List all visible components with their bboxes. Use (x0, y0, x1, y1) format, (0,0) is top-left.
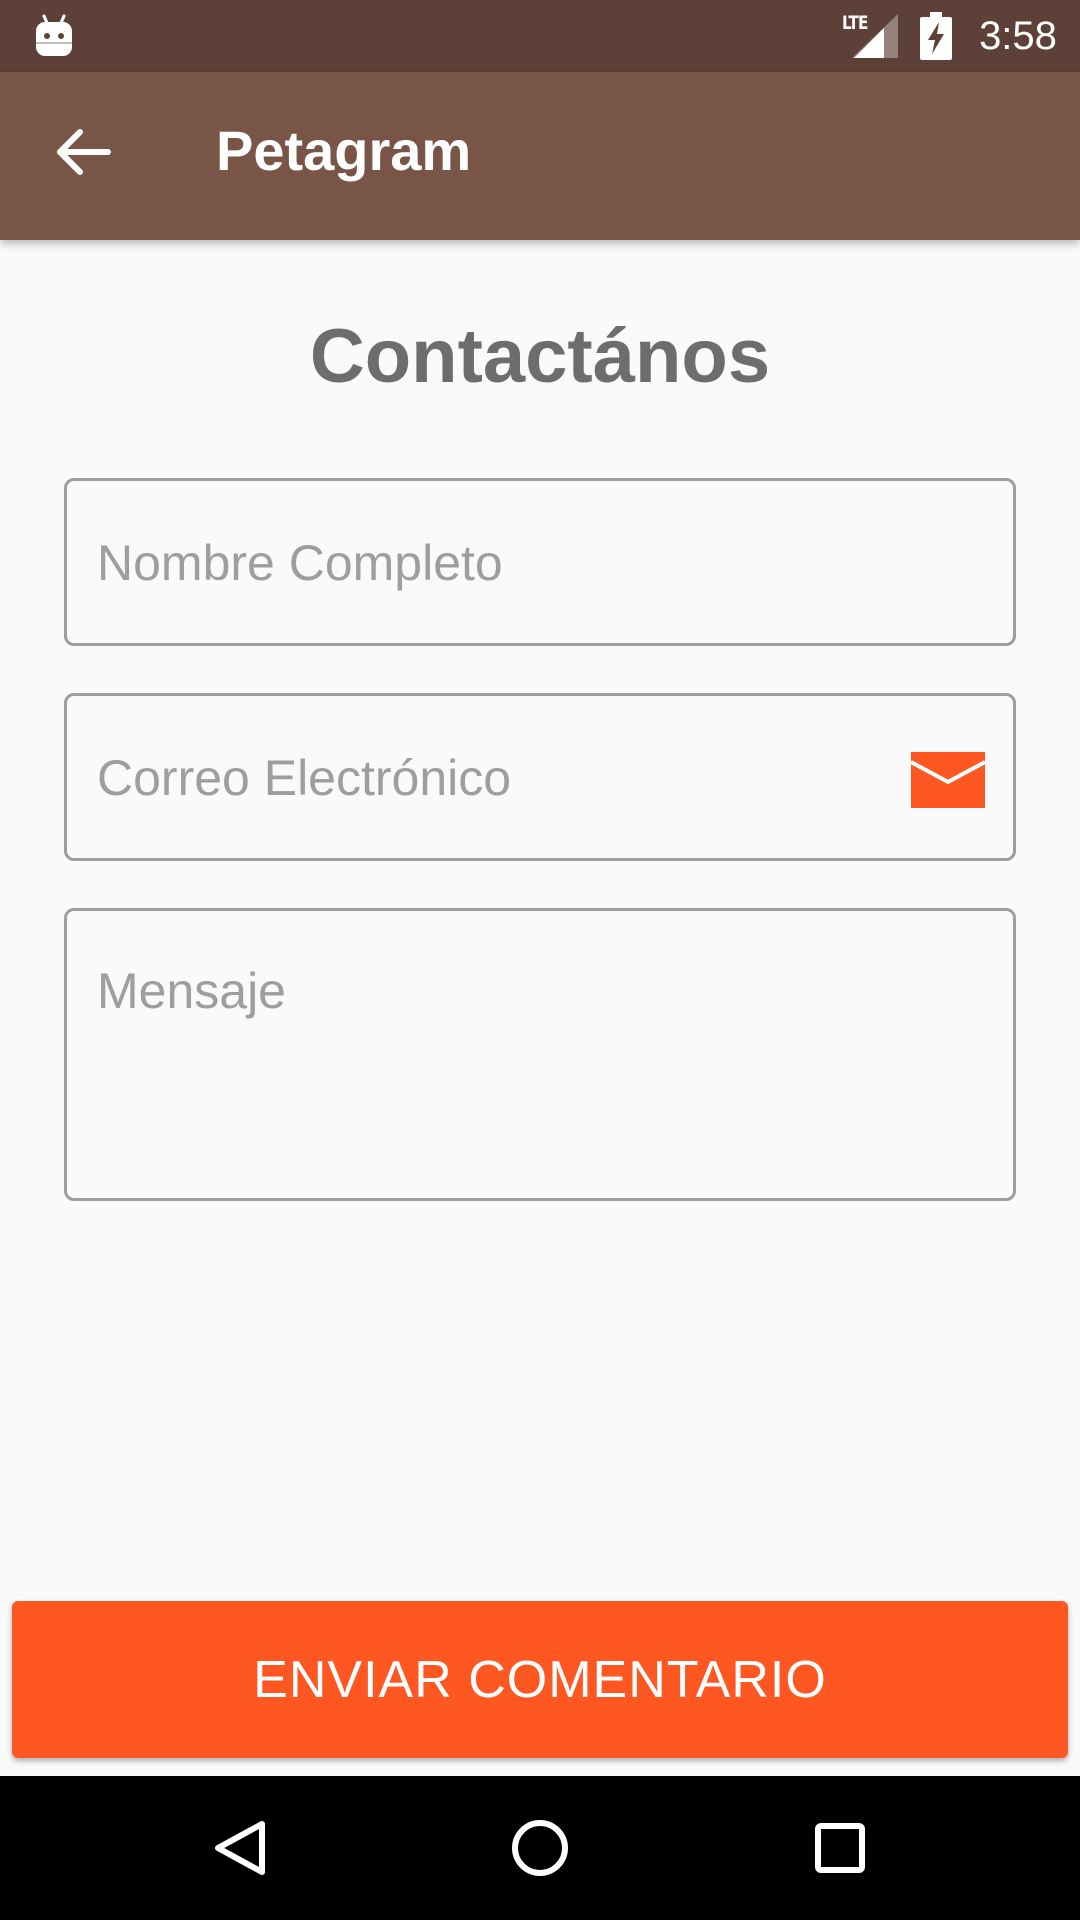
email-input[interactable] (97, 746, 897, 810)
name-input[interactable] (97, 531, 977, 595)
page-title: Contactános (309, 314, 771, 399)
status-bar: LTE 3:58 (0, 0, 1080, 72)
submit-button-label: ENVIAR COMENTARIO (253, 1650, 827, 1709)
nav-recents-button[interactable] (790, 1798, 890, 1898)
email-field[interactable] (64, 693, 1016, 861)
signal-icon (852, 14, 898, 58)
app-bar: Petagram (0, 72, 1080, 240)
back-button[interactable] (34, 102, 134, 202)
nav-home-icon (512, 1820, 568, 1876)
nav-back-icon (215, 1821, 265, 1875)
nav-back-button[interactable] (190, 1798, 290, 1898)
nav-home-button[interactable] (490, 1798, 590, 1898)
arrow-left-icon (57, 129, 111, 175)
nav-recents-icon (815, 1823, 865, 1873)
battery-charging-icon (920, 12, 952, 60)
navigation-bar (0, 1776, 1080, 1920)
status-time: 3:58 (979, 14, 1057, 58)
name-field[interactable] (64, 478, 1016, 646)
envelope-icon (911, 752, 985, 808)
android-icon (36, 14, 72, 56)
submit-button[interactable]: ENVIAR COMENTARIO (12, 1601, 1068, 1758)
message-input[interactable] (97, 959, 977, 1169)
message-field[interactable] (64, 908, 1016, 1201)
app-title: Petagram (216, 119, 472, 182)
